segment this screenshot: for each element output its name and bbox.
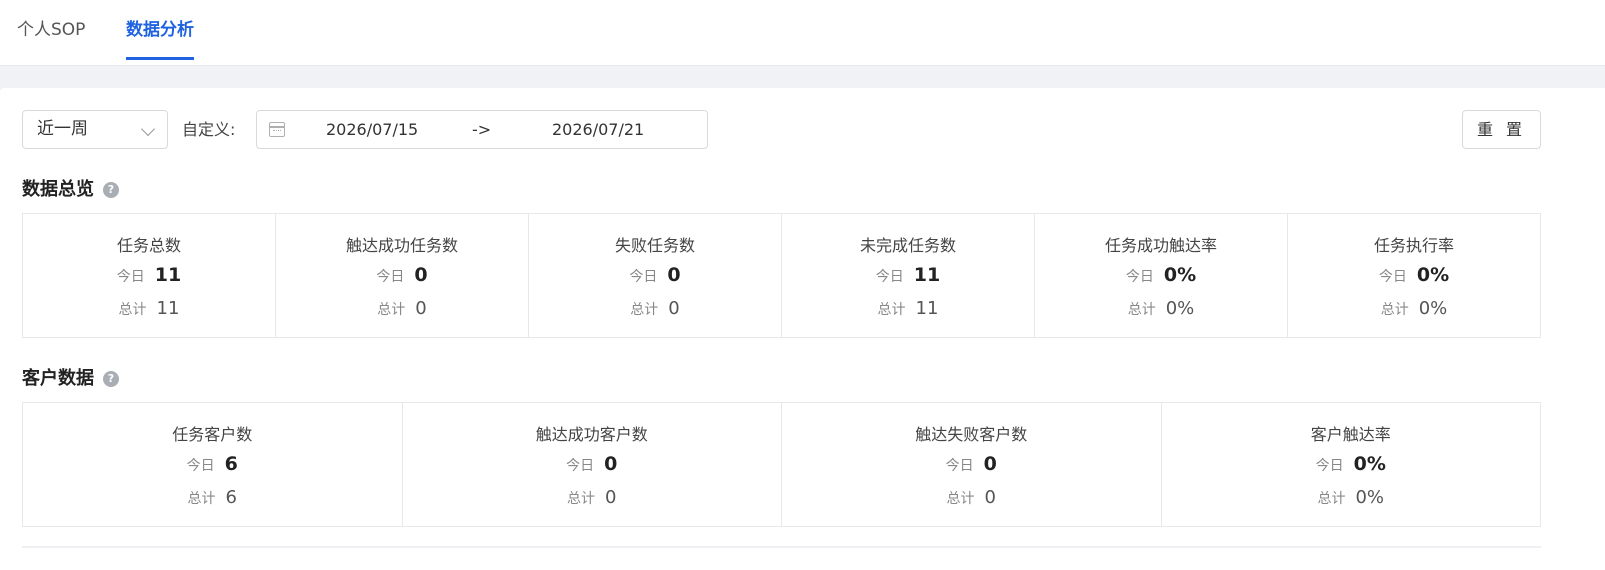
period-select[interactable]: 近一周 bbox=[22, 110, 168, 149]
total-label: 总计 bbox=[567, 491, 596, 507]
customer-title-text: 客户数据 bbox=[22, 368, 94, 389]
total-label: 总计 bbox=[1317, 491, 1346, 507]
metric-label: 未完成任务数 bbox=[859, 236, 956, 255]
range-arrow: -> bbox=[472, 120, 492, 139]
metric-label: 触达成功客户数 bbox=[535, 425, 648, 444]
date-range-picker[interactable]: 2026/07/15 -> 2026/07/21 bbox=[256, 110, 708, 149]
overview-section-title: 数据总览? bbox=[22, 175, 119, 201]
metric-label: 任务客户数 bbox=[172, 425, 253, 444]
total-label: 总计 bbox=[630, 302, 659, 318]
calendar-icon bbox=[269, 122, 285, 137]
total-value: 0% bbox=[1165, 298, 1195, 319]
total-value: 11 bbox=[156, 298, 180, 319]
metric-label: 任务总数 bbox=[116, 236, 181, 255]
today-value: 0 bbox=[667, 264, 681, 286]
today-value: 0% bbox=[1163, 264, 1197, 286]
total-value: 0 bbox=[984, 487, 996, 508]
overview-title-text: 数据总览 bbox=[22, 179, 94, 200]
end-date-input[interactable]: 2026/07/21 bbox=[552, 111, 644, 148]
today-value: 6 bbox=[224, 453, 238, 475]
today-label: 今日 bbox=[376, 269, 405, 285]
total-value: 0% bbox=[1355, 487, 1385, 508]
today-label: 今日 bbox=[629, 269, 658, 285]
metric-reach-success-tasks: 触达成功任务数 今日 0 总计 0 bbox=[276, 214, 529, 337]
total-value: 0% bbox=[1418, 298, 1448, 319]
metric-customer-reach-rate: 客户触达率 今日 0% 总计 0% bbox=[1162, 403, 1541, 526]
today-value: 0% bbox=[1416, 264, 1450, 286]
today-value: 0% bbox=[1353, 453, 1386, 475]
total-label: 总计 bbox=[1127, 302, 1156, 318]
total-value: 11 bbox=[915, 298, 939, 319]
today-value: 0 bbox=[983, 453, 997, 475]
chevron-down-icon bbox=[140, 121, 156, 137]
today-label: 今日 bbox=[1378, 269, 1407, 285]
metric-failed-tasks: 失败任务数 今日 0 总计 0 bbox=[529, 214, 782, 337]
metric-reach-failed-customers: 触达失败客户数 今日 0 总计 0 bbox=[782, 403, 1162, 526]
period-select-value: 近一周 bbox=[37, 119, 88, 139]
today-value: 0 bbox=[604, 453, 618, 475]
reset-button[interactable]: 重 置 bbox=[1462, 110, 1541, 149]
start-date-input[interactable]: 2026/07/15 bbox=[326, 111, 418, 148]
total-label: 总计 bbox=[877, 302, 906, 318]
today-label: 今日 bbox=[1125, 269, 1154, 285]
metric-task-execution-rate: 任务执行率 今日 0% 总计 0% bbox=[1288, 214, 1540, 337]
metric-reach-success-customers: 触达成功客户数 今日 0 总计 0 bbox=[403, 403, 782, 526]
metric-label: 触达失败客户数 bbox=[915, 425, 1028, 444]
section-divider bbox=[22, 546, 1541, 548]
today-label: 今日 bbox=[1315, 458, 1344, 474]
total-label: 总计 bbox=[1380, 302, 1409, 318]
today-label: 今日 bbox=[116, 269, 145, 285]
tab-data-analysis[interactable]: 数据分析 bbox=[126, 18, 194, 60]
help-icon[interactable]: ? bbox=[103, 182, 119, 198]
today-label: 今日 bbox=[945, 458, 974, 474]
metric-label: 任务执行率 bbox=[1373, 236, 1454, 255]
today-label: 今日 bbox=[566, 458, 595, 474]
metric-task-total: 任务总数 今日 11 总计 11 bbox=[23, 214, 276, 337]
today-value: 0 bbox=[414, 264, 428, 286]
total-value: 0 bbox=[605, 487, 617, 508]
metric-label: 客户触达率 bbox=[1310, 425, 1391, 444]
top-tab-bar: 个人SOP 数据分析 bbox=[0, 0, 1605, 66]
today-label: 今日 bbox=[186, 458, 215, 474]
metric-incomplete-tasks: 未完成任务数 今日 11 总计 11 bbox=[782, 214, 1035, 337]
today-label: 今日 bbox=[875, 269, 904, 285]
custom-range-label: 自定义: bbox=[182, 120, 236, 139]
customer-metrics-grid: 任务客户数 今日 6 总计 6 触达成功客户数 今日 0 总计 0 触达失败客户数 今日… bbox=[22, 402, 1541, 527]
total-label: 总计 bbox=[946, 491, 975, 507]
metric-task-reach-rate: 任务成功触达率 今日 0% 总计 0% bbox=[1035, 214, 1288, 337]
customer-section-title: 客户数据? bbox=[22, 364, 119, 390]
total-value: 6 bbox=[225, 487, 237, 508]
total-label: 总计 bbox=[118, 302, 147, 318]
tab-personal-sop[interactable]: 个人SOP bbox=[17, 18, 85, 60]
metric-task-customers: 任务客户数 今日 6 总计 6 bbox=[23, 403, 403, 526]
total-value: 0 bbox=[668, 298, 680, 319]
metric-label: 触达成功任务数 bbox=[345, 236, 458, 255]
analysis-panel: 近一周 自定义: 2026/07/15 -> 2026/07/21 重 置 数据… bbox=[0, 88, 1605, 570]
overview-metrics-grid: 任务总数 今日 11 总计 11 触达成功任务数 今日 0 总计 0 失败任务数 今日 0… bbox=[22, 213, 1541, 338]
total-label: 总计 bbox=[377, 302, 406, 318]
metric-label: 失败任务数 bbox=[614, 236, 695, 255]
metric-label: 任务成功触达率 bbox=[1104, 236, 1217, 255]
today-value: 11 bbox=[913, 264, 941, 286]
total-label: 总计 bbox=[187, 491, 216, 507]
help-icon[interactable]: ? bbox=[103, 371, 119, 387]
today-value: 11 bbox=[154, 264, 182, 286]
total-value: 0 bbox=[415, 298, 427, 319]
